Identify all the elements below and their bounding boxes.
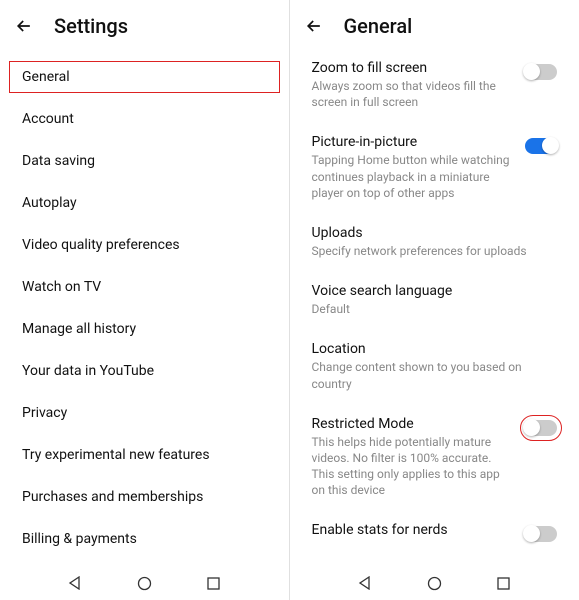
nav-back-icon[interactable] bbox=[358, 576, 373, 591]
setting-text: Enable stats for nerds bbox=[312, 522, 516, 540]
back-icon[interactable] bbox=[14, 16, 34, 36]
sidebar-item-billing[interactable]: Billing & payments bbox=[0, 518, 289, 560]
setting-desc: Specify network preferences for uploads bbox=[312, 243, 558, 259]
setting-title: Uploads bbox=[312, 225, 558, 241]
setting-title: Voice search language bbox=[312, 283, 558, 299]
toggle-stats-for-nerds[interactable] bbox=[525, 526, 557, 542]
nav-recent-icon[interactable] bbox=[496, 576, 511, 591]
settings-list: General Account Data saving Autoplay Vid… bbox=[0, 48, 289, 560]
setting-zoom-to-fill[interactable]: Zoom to fill screen Always zoom so that … bbox=[290, 48, 579, 122]
nav-recent-icon[interactable] bbox=[206, 576, 221, 591]
setting-text: Voice search language Default bbox=[312, 283, 558, 317]
page-title: Settings bbox=[54, 14, 128, 38]
setting-text: Restricted Mode This helps hide potentia… bbox=[312, 416, 516, 499]
general-list: Zoom to fill screen Always zoom so that … bbox=[290, 48, 579, 600]
setting-title: Picture-in-picture bbox=[312, 134, 516, 150]
setting-desc: Change content shown to you based on cou… bbox=[312, 359, 558, 391]
sidebar-item-privacy[interactable]: Privacy bbox=[0, 392, 289, 434]
settings-pane: Settings General Account Data saving Aut… bbox=[0, 0, 290, 600]
setting-title: Restricted Mode bbox=[312, 416, 516, 432]
nav-home-icon[interactable] bbox=[427, 576, 442, 591]
setting-title: Zoom to fill screen bbox=[312, 60, 516, 76]
setting-desc: Default bbox=[312, 301, 558, 317]
setting-location[interactable]: Location Change content shown to you bas… bbox=[290, 329, 579, 403]
general-pane: General Zoom to fill screen Always zoom … bbox=[290, 0, 579, 600]
setting-voice-search[interactable]: Voice search language Default bbox=[290, 271, 579, 329]
sidebar-item-manage-history[interactable]: Manage all history bbox=[0, 308, 289, 350]
setting-restricted-mode[interactable]: Restricted Mode This helps hide potentia… bbox=[290, 404, 579, 511]
back-icon[interactable] bbox=[304, 16, 324, 36]
sidebar-item-general[interactable]: General bbox=[4, 56, 285, 98]
setting-text: Uploads Specify network preferences for … bbox=[312, 225, 558, 259]
sidebar-item-data-saving[interactable]: Data saving bbox=[0, 140, 289, 182]
setting-desc: This helps hide potentially mature video… bbox=[312, 434, 516, 499]
header: General bbox=[290, 0, 579, 48]
sidebar-item-purchases[interactable]: Purchases and memberships bbox=[0, 476, 289, 518]
sidebar-item-autoplay[interactable]: Autoplay bbox=[0, 182, 289, 224]
setting-title: Location bbox=[312, 341, 558, 357]
setting-text: Picture-in-picture Tapping Home button w… bbox=[312, 134, 516, 201]
toggle-pip[interactable] bbox=[525, 138, 557, 154]
page-title: General bbox=[344, 14, 413, 38]
sidebar-item-experimental[interactable]: Try experimental new features bbox=[0, 434, 289, 476]
sidebar-item-watch-on-tv[interactable]: Watch on TV bbox=[0, 266, 289, 308]
sidebar-item-account[interactable]: Account bbox=[0, 98, 289, 140]
setting-pip[interactable]: Picture-in-picture Tapping Home button w… bbox=[290, 122, 579, 213]
sidebar-item-your-data[interactable]: Your data in YouTube bbox=[0, 350, 289, 392]
android-navbar bbox=[290, 566, 579, 600]
header: Settings bbox=[0, 0, 289, 48]
setting-desc: Always zoom so that videos fill the scre… bbox=[312, 78, 516, 110]
sidebar-item-video-quality[interactable]: Video quality preferences bbox=[0, 224, 289, 266]
setting-uploads[interactable]: Uploads Specify network preferences for … bbox=[290, 213, 579, 271]
setting-text: Zoom to fill screen Always zoom so that … bbox=[312, 60, 516, 110]
setting-desc: Tapping Home button while watching conti… bbox=[312, 152, 516, 201]
nav-home-icon[interactable] bbox=[137, 576, 152, 591]
setting-title: Enable stats for nerds bbox=[312, 522, 516, 538]
nav-back-icon[interactable] bbox=[68, 576, 83, 591]
android-navbar bbox=[0, 566, 289, 600]
toggle-restricted-mode[interactable] bbox=[525, 420, 557, 436]
setting-text: Location Change content shown to you bas… bbox=[312, 341, 558, 391]
setting-stats-for-nerds[interactable]: Enable stats for nerds bbox=[290, 510, 579, 554]
toggle-zoom-to-fill[interactable] bbox=[525, 64, 557, 80]
